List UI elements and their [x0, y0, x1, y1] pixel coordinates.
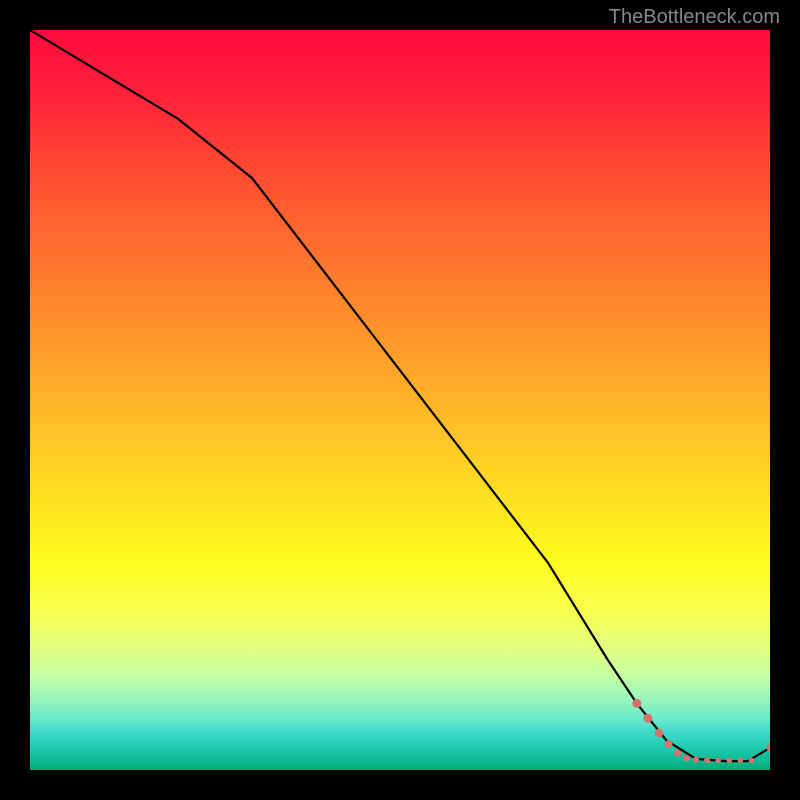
chart-plot-area	[30, 30, 770, 770]
chart-marker-dot	[715, 758, 721, 764]
chart-marker-dot	[738, 758, 744, 764]
watermark-text: TheBottleneck.com	[609, 6, 780, 29]
chart-curve-line	[30, 30, 770, 761]
chart-marker-dot	[683, 755, 690, 762]
chart-marker-dot	[704, 757, 710, 763]
chart-marker-dot	[665, 740, 673, 748]
chart-marker-dot	[655, 729, 663, 737]
chart-marker-dot	[674, 749, 681, 756]
chart-overlay-svg	[30, 30, 770, 770]
chart-marker-dot	[632, 699, 641, 708]
chart-marker-dot	[693, 757, 699, 763]
chart-marker-dot	[727, 758, 733, 764]
chart-marker-dot	[749, 758, 755, 764]
chart-marker-group	[632, 699, 770, 764]
chart-marker-dot	[643, 714, 652, 723]
